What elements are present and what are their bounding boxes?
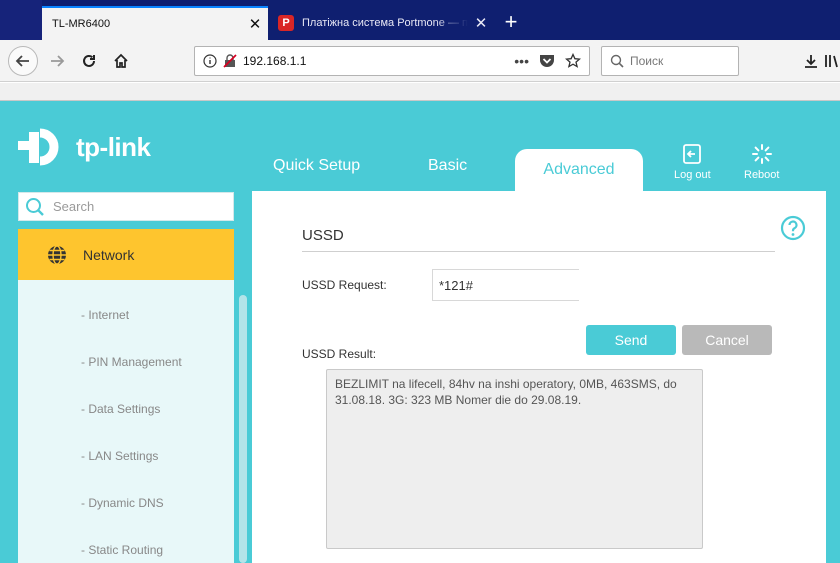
insecure-lock-icon[interactable]	[223, 54, 237, 68]
sidebar-item-internet[interactable]: - Internet	[81, 308, 129, 322]
download-icon	[805, 55, 817, 68]
reboot-label: Reboot	[744, 169, 780, 181]
browser-tab-portmone[interactable]: P Платіжна система Portmone — по ✕	[268, 6, 494, 40]
pocket-icon[interactable]	[539, 54, 555, 68]
brand-name: tp-link	[76, 131, 151, 162]
router-admin-page: tp-link Quick Setup Basic Advanced Log o…	[0, 101, 840, 563]
search-icon	[26, 197, 44, 216]
browser-toolbar-separator	[0, 83, 840, 101]
tab-advanced[interactable]: Advanced	[515, 149, 643, 191]
reboot-button[interactable]: Reboot	[744, 143, 779, 181]
sidebar-item-lan-settings[interactable]: - LAN Settings	[81, 449, 158, 463]
cancel-button[interactable]: Cancel	[682, 325, 772, 355]
tp-link-logo: tp-link	[16, 123, 151, 171]
tab-title: Платіжна система Portmone — по	[302, 17, 468, 29]
arrow-left-icon	[15, 55, 29, 67]
logout-icon	[683, 144, 702, 164]
browser-tab-tl-mr6400[interactable]: TL-MR6400 ✕	[42, 6, 268, 40]
home-icon	[114, 53, 128, 68]
sidebar-item-static-routing[interactable]: - Static Routing	[81, 543, 163, 557]
search-placeholder: Поиск	[630, 54, 664, 68]
tab-title: TL-MR6400	[52, 18, 111, 30]
page-title: USSD	[302, 227, 344, 244]
new-tab-button[interactable]: +	[497, 8, 525, 36]
sidebar-item-network[interactable]: Network	[18, 229, 234, 280]
sidebar-scrollbar[interactable]	[239, 295, 247, 563]
sidebar-menu: Network - Internet - PIN Management - Da…	[18, 229, 234, 563]
bookmark-star-icon[interactable]	[565, 53, 581, 69]
reboot-icon	[751, 144, 772, 164]
library-button[interactable]	[822, 46, 840, 76]
tab-quick-setup[interactable]: Quick Setup	[273, 157, 360, 175]
portmone-favicon-icon: P	[278, 15, 294, 31]
tp-link-logo-icon	[18, 128, 59, 166]
sidebar-search-input[interactable]: Search	[18, 192, 234, 221]
logout-label: Log out	[674, 169, 711, 181]
info-icon[interactable]	[203, 54, 217, 68]
sidebar-item-dynamic-dns[interactable]: - Dynamic DNS	[81, 496, 164, 510]
sidebar-item-network-label: Network	[83, 246, 135, 263]
home-button[interactable]	[106, 46, 136, 76]
browser-nav-bar: 192.168.1.1 ••• Поиск	[0, 40, 840, 82]
ussd-panel: USSD USSD Request: *121# Send Cancel USS…	[252, 191, 826, 563]
url-text[interactable]: 192.168.1.1	[243, 54, 514, 68]
globe-icon	[48, 244, 66, 265]
ussd-result-textarea[interactable]: BEZLIMIT na lifecell, 84hv na inshi oper…	[326, 369, 703, 549]
forward-button[interactable]	[42, 46, 72, 76]
logout-button[interactable]: Log out	[674, 143, 711, 181]
arrow-right-icon	[51, 55, 65, 67]
title-divider	[302, 251, 775, 252]
sidebar-search-placeholder: Search	[53, 199, 95, 214]
back-button[interactable]	[8, 46, 38, 76]
ussd-result-label: USSD Result:	[302, 347, 377, 361]
tab-close-icon[interactable]: ✕	[468, 14, 494, 32]
search-bar[interactable]: Поиск	[601, 46, 739, 76]
sidebar-item-data-settings[interactable]: - Data Settings	[81, 402, 160, 416]
reload-icon	[83, 54, 95, 67]
browser-tab-strip: TL-MR6400 ✕ P Платіжна система Portmone …	[0, 0, 840, 40]
send-button[interactable]: Send	[586, 325, 676, 355]
reload-button[interactable]	[74, 46, 104, 76]
tab-basic[interactable]: Basic	[428, 157, 467, 175]
ussd-request-label: USSD Request:	[302, 278, 387, 292]
search-icon	[610, 54, 624, 68]
tab-strip-left-edge	[0, 0, 42, 40]
page-actions-icon[interactable]: •••	[514, 53, 529, 69]
ussd-request-input[interactable]: *121#	[432, 269, 579, 301]
library-icon	[825, 55, 838, 68]
address-bar[interactable]: 192.168.1.1 •••	[194, 46, 590, 76]
sidebar-item-pin-management[interactable]: - PIN Management	[81, 355, 182, 369]
tab-close-icon[interactable]: ✕	[242, 15, 268, 33]
help-icon[interactable]	[780, 215, 806, 241]
